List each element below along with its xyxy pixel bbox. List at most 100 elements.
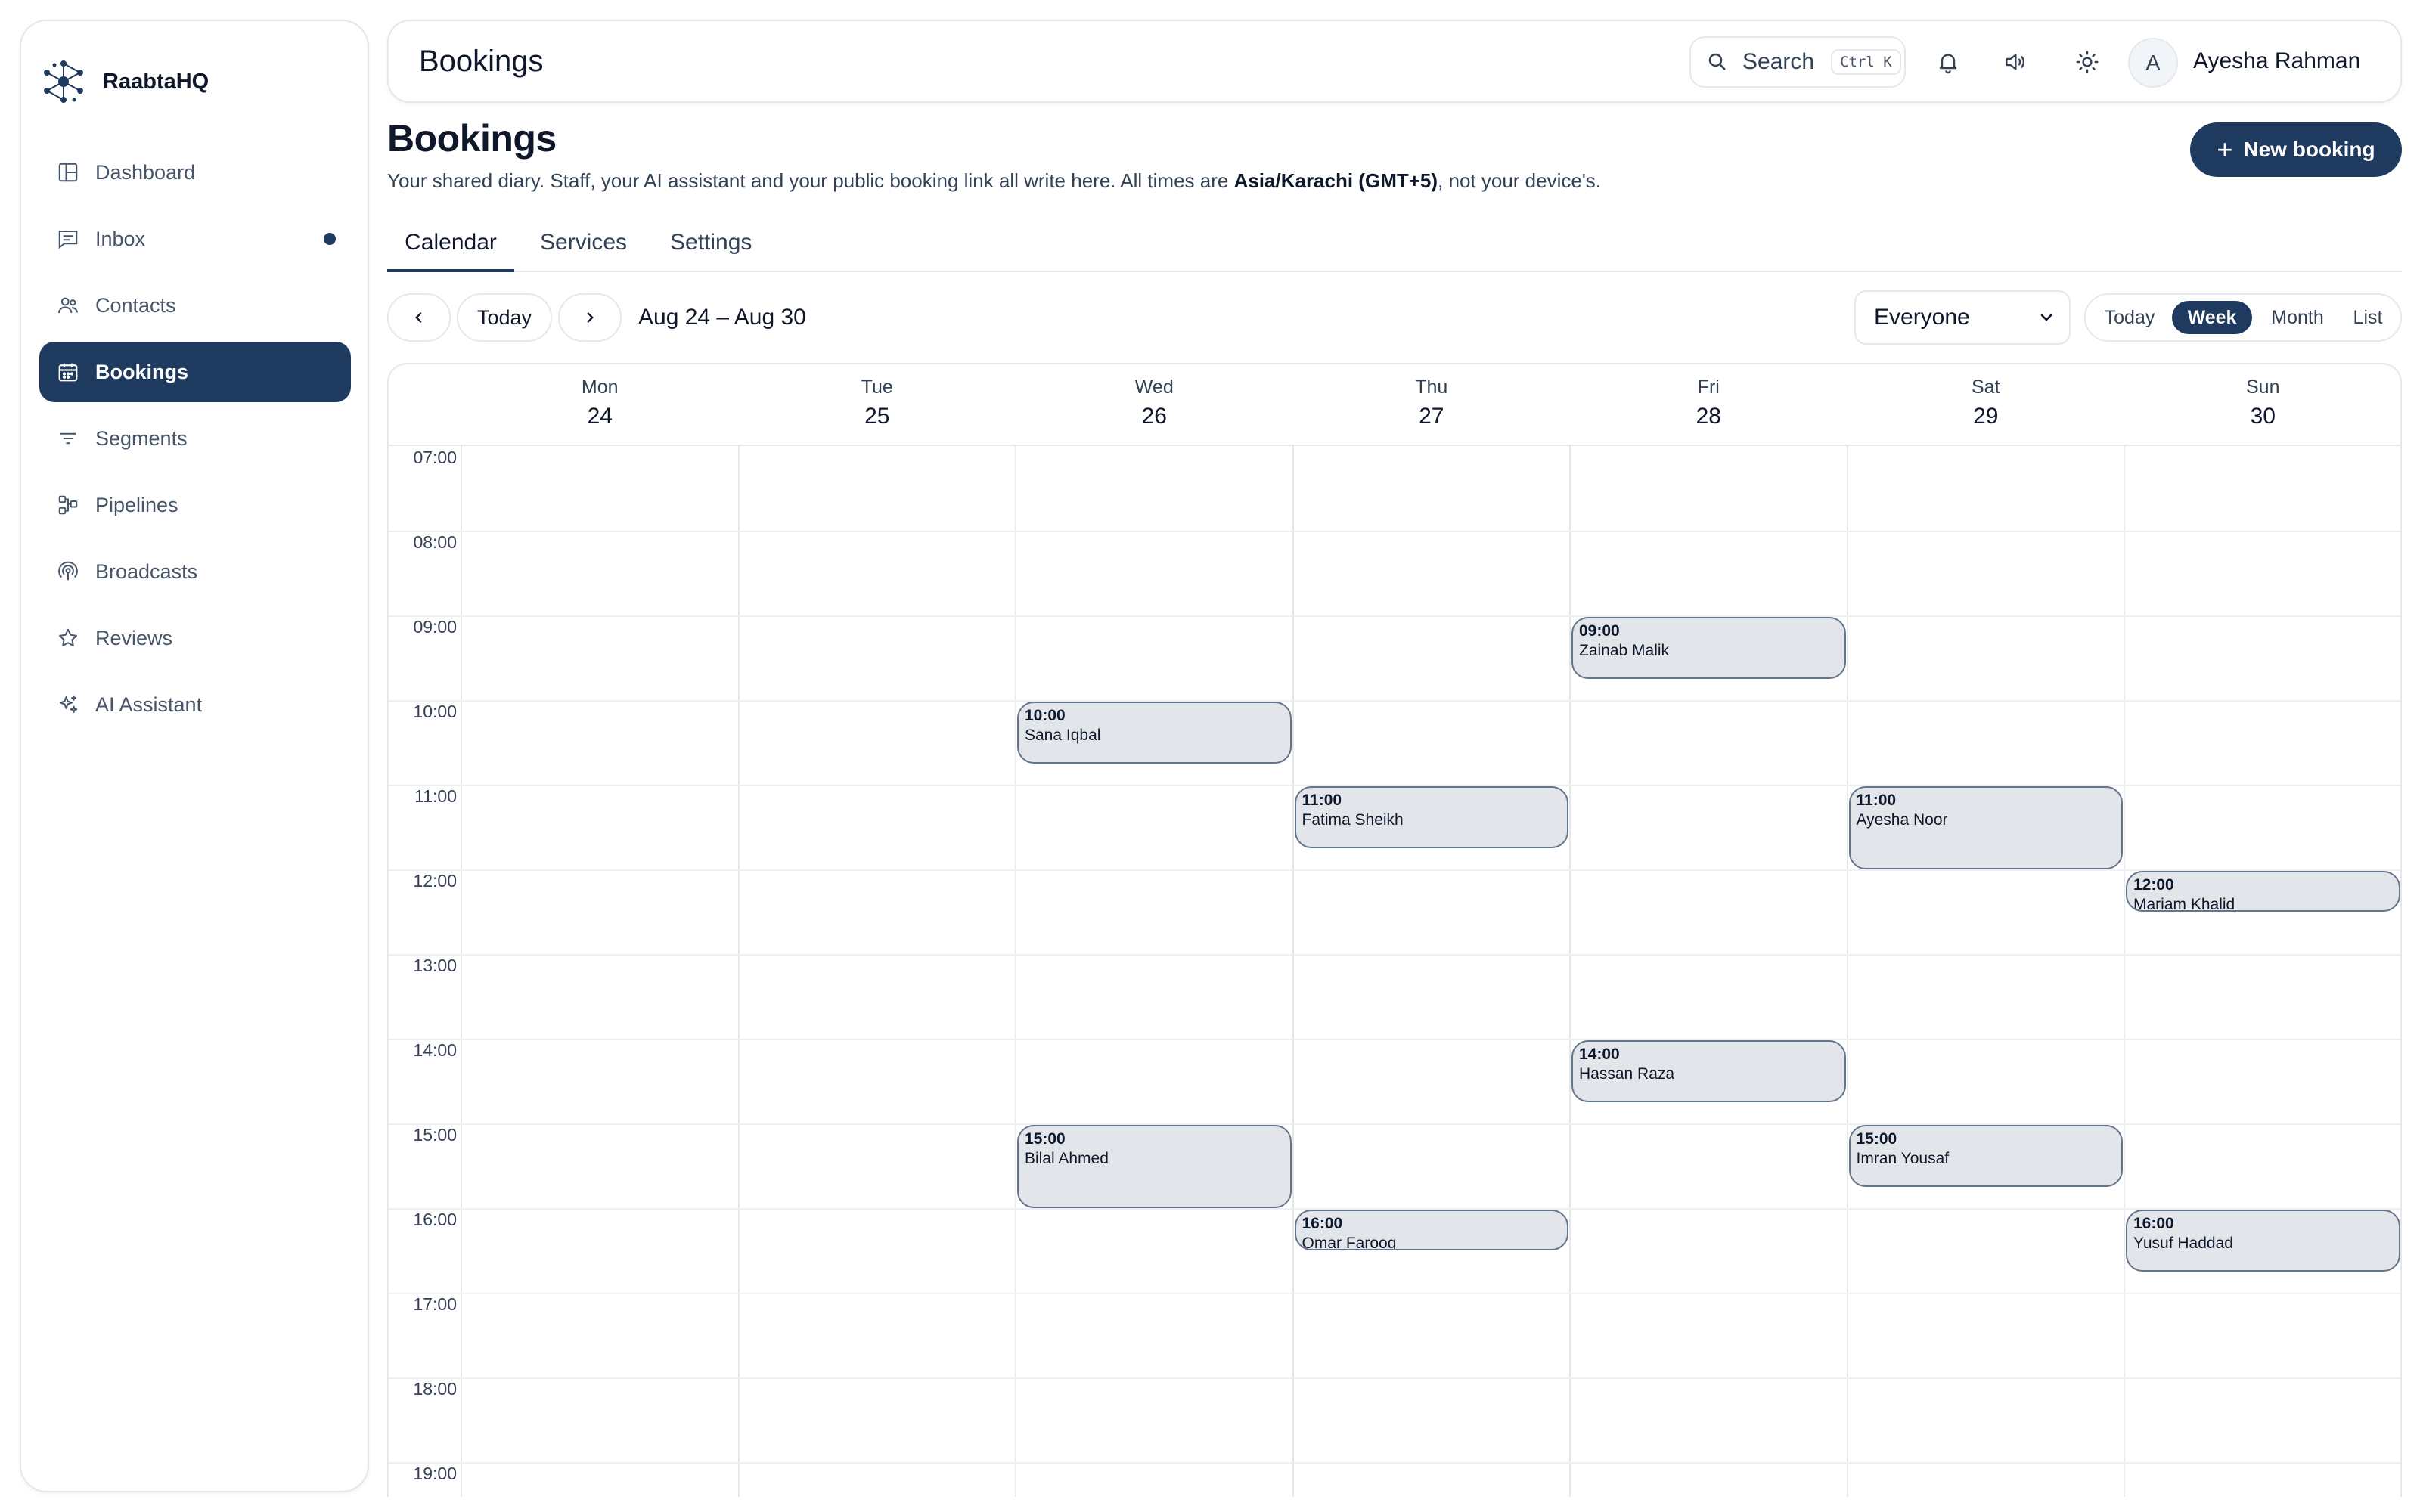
week-calendar: Mon 24 Tue 25 Wed 26 Thu 27 Fri 28 Sat 29 Sun 30 07:00… [387, 363, 2402, 1497]
tab-settings[interactable]: Settings [670, 219, 752, 272]
sidebar-item-dashboard[interactable]: Dashboard [39, 142, 351, 203]
new-booking-label: New booking [2243, 138, 2375, 161]
day-header[interactable]: Tue 25 [739, 364, 1016, 445]
booking-event[interactable]: 16:00 Omar Farooq [1294, 1210, 1568, 1250]
sidebar-item-bookings[interactable]: Bookings [39, 342, 351, 402]
brand[interactable]: RaabtaHQ [39, 39, 209, 124]
tab-calendar[interactable]: Calendar [387, 219, 514, 272]
day-header[interactable]: Thu 27 [1293, 364, 1571, 445]
sidebar-item-reviews[interactable]: Reviews [39, 608, 351, 668]
booking-time: 11:00 [1856, 792, 1897, 809]
calendar-icon [56, 360, 80, 384]
view-today[interactable]: Today [2096, 301, 2163, 334]
booking-customer-name: Sana Iqbal [1025, 727, 1101, 744]
hour-label: 18:00 [413, 1379, 457, 1399]
day-name: Thu [1415, 376, 1448, 398]
page-description: Your shared diary. Staff, your AI assist… [387, 169, 1601, 193]
user-name[interactable]: Ayesha Rahman [2193, 21, 2360, 101]
booking-customer-name: Fatima Sheikh [1302, 811, 1404, 829]
day-number: 24 [587, 404, 613, 429]
sidebar-item-contacts[interactable]: Contacts [39, 275, 351, 336]
hour-divider [389, 700, 2400, 702]
search-shortcut: Ctrl K [1831, 49, 1901, 75]
booking-event[interactable]: 16:00 Yusuf Haddad [2126, 1210, 2400, 1272]
day-header[interactable]: Sat 29 [1848, 364, 2125, 445]
sidebar-item-broadcasts[interactable]: Broadcasts [39, 541, 351, 602]
description-prefix: Your shared diary. Staff, your AI assist… [387, 169, 1234, 192]
booking-customer-name: Omar Farooq [1302, 1235, 1397, 1250]
day-header[interactable]: Fri 28 [1570, 364, 1848, 445]
booking-event[interactable]: 11:00 Fatima Sheikh [1294, 786, 1568, 848]
sidebar-item-label: AI Assistant [95, 692, 203, 716]
booking-event[interactable]: 15:00 Bilal Ahmed [1017, 1125, 1292, 1208]
avatar[interactable]: A [2128, 38, 2178, 88]
new-booking-button[interactable]: + New booking [2190, 122, 2402, 177]
sun-icon [2076, 51, 2099, 73]
star-icon [56, 626, 80, 650]
day-header[interactable]: Mon 24 [461, 364, 739, 445]
booking-event[interactable]: 09:00 Zainab Malik [1571, 617, 1846, 679]
hour-label: 07:00 [413, 448, 457, 467]
network-logo-icon [44, 60, 83, 103]
booking-customer-name: Ayesha Noor [1856, 811, 1948, 829]
day-number: 26 [1141, 404, 1167, 429]
day-number: 27 [1419, 404, 1444, 429]
booking-time: 11:00 [1302, 792, 1342, 809]
booking-time: 14:00 [1579, 1046, 1620, 1063]
hour-label: 10:00 [413, 702, 457, 721]
booking-time: 16:00 [2133, 1215, 2174, 1232]
column-divider [1015, 446, 1016, 1497]
booking-event[interactable]: 15:00 Imran Yousaf [1848, 1125, 2123, 1187]
tab-services[interactable]: Services [540, 219, 627, 272]
booking-event[interactable]: 10:00 Sana Iqbal [1017, 702, 1292, 764]
booking-time: 16:00 [1302, 1215, 1343, 1232]
sidebar-item-ai-assistant[interactable]: AI Assistant [39, 674, 351, 735]
column-divider [461, 446, 462, 1497]
view-list[interactable]: List [2343, 301, 2393, 334]
staff-filter-value: Everyone [1874, 305, 1970, 330]
previous-week-button[interactable] [387, 293, 451, 342]
booking-customer-name: Zainab Malik [1579, 642, 1670, 659]
day-header[interactable]: Wed 26 [1016, 364, 1293, 445]
search-button[interactable]: Search Ctrl K [1689, 36, 1906, 88]
sidebar-item-segments[interactable]: Segments [39, 408, 351, 469]
column-divider [1292, 446, 1294, 1497]
booking-event[interactable]: 12:00 Mariam Khalid [2126, 871, 2400, 912]
hour-divider [389, 531, 2400, 532]
hour-label: 09:00 [413, 617, 457, 637]
theme-toggle-button[interactable] [2069, 44, 2105, 80]
layout-icon [56, 160, 80, 184]
sidebar-item-label: Contacts [95, 293, 176, 317]
day-name: Mon [581, 376, 619, 398]
search-label: Search [1742, 49, 1815, 74]
hour-label: 15:00 [413, 1125, 457, 1145]
column-divider [737, 446, 740, 1497]
day-name: Sun [2246, 376, 2280, 398]
hour-label: 17:00 [413, 1294, 457, 1314]
notifications-button[interactable] [1930, 44, 1966, 80]
today-button[interactable]: Today [457, 293, 552, 342]
day-header[interactable]: Sun 30 [2124, 364, 2400, 445]
staff-filter-select[interactable]: Everyone [1854, 290, 2071, 345]
booking-customer-name: Bilal Ahmed [1025, 1150, 1109, 1167]
broadcast-icon [56, 559, 80, 584]
sidebar-item-pipelines[interactable]: Pipelines [39, 475, 351, 535]
sidebar-item-label: Dashboard [95, 160, 196, 184]
sparkles-icon [56, 692, 80, 717]
view-month[interactable]: Month [2261, 301, 2334, 334]
filter-icon [56, 426, 80, 451]
column-divider [2124, 446, 2125, 1497]
sidebar-item-inbox[interactable]: Inbox [39, 209, 351, 269]
booking-event[interactable]: 11:00 Ayesha Noor [1848, 786, 2123, 869]
day-name: Wed [1134, 376, 1174, 398]
next-week-button[interactable] [558, 293, 622, 342]
brand-name: RaabtaHQ [103, 69, 209, 94]
sidebar-item-label: Pipelines [95, 493, 178, 516]
date-range-label: Aug 24 – Aug 30 [638, 305, 806, 330]
hour-label: 12:00 [413, 871, 457, 891]
sound-toggle-button[interactable] [1996, 44, 2033, 80]
view-week[interactable]: Week [2172, 301, 2252, 334]
booking-event[interactable]: 14:00 Hassan Raza [1571, 1040, 1846, 1102]
search-icon [1708, 53, 1726, 70]
booking-time: 10:00 [1025, 707, 1066, 724]
